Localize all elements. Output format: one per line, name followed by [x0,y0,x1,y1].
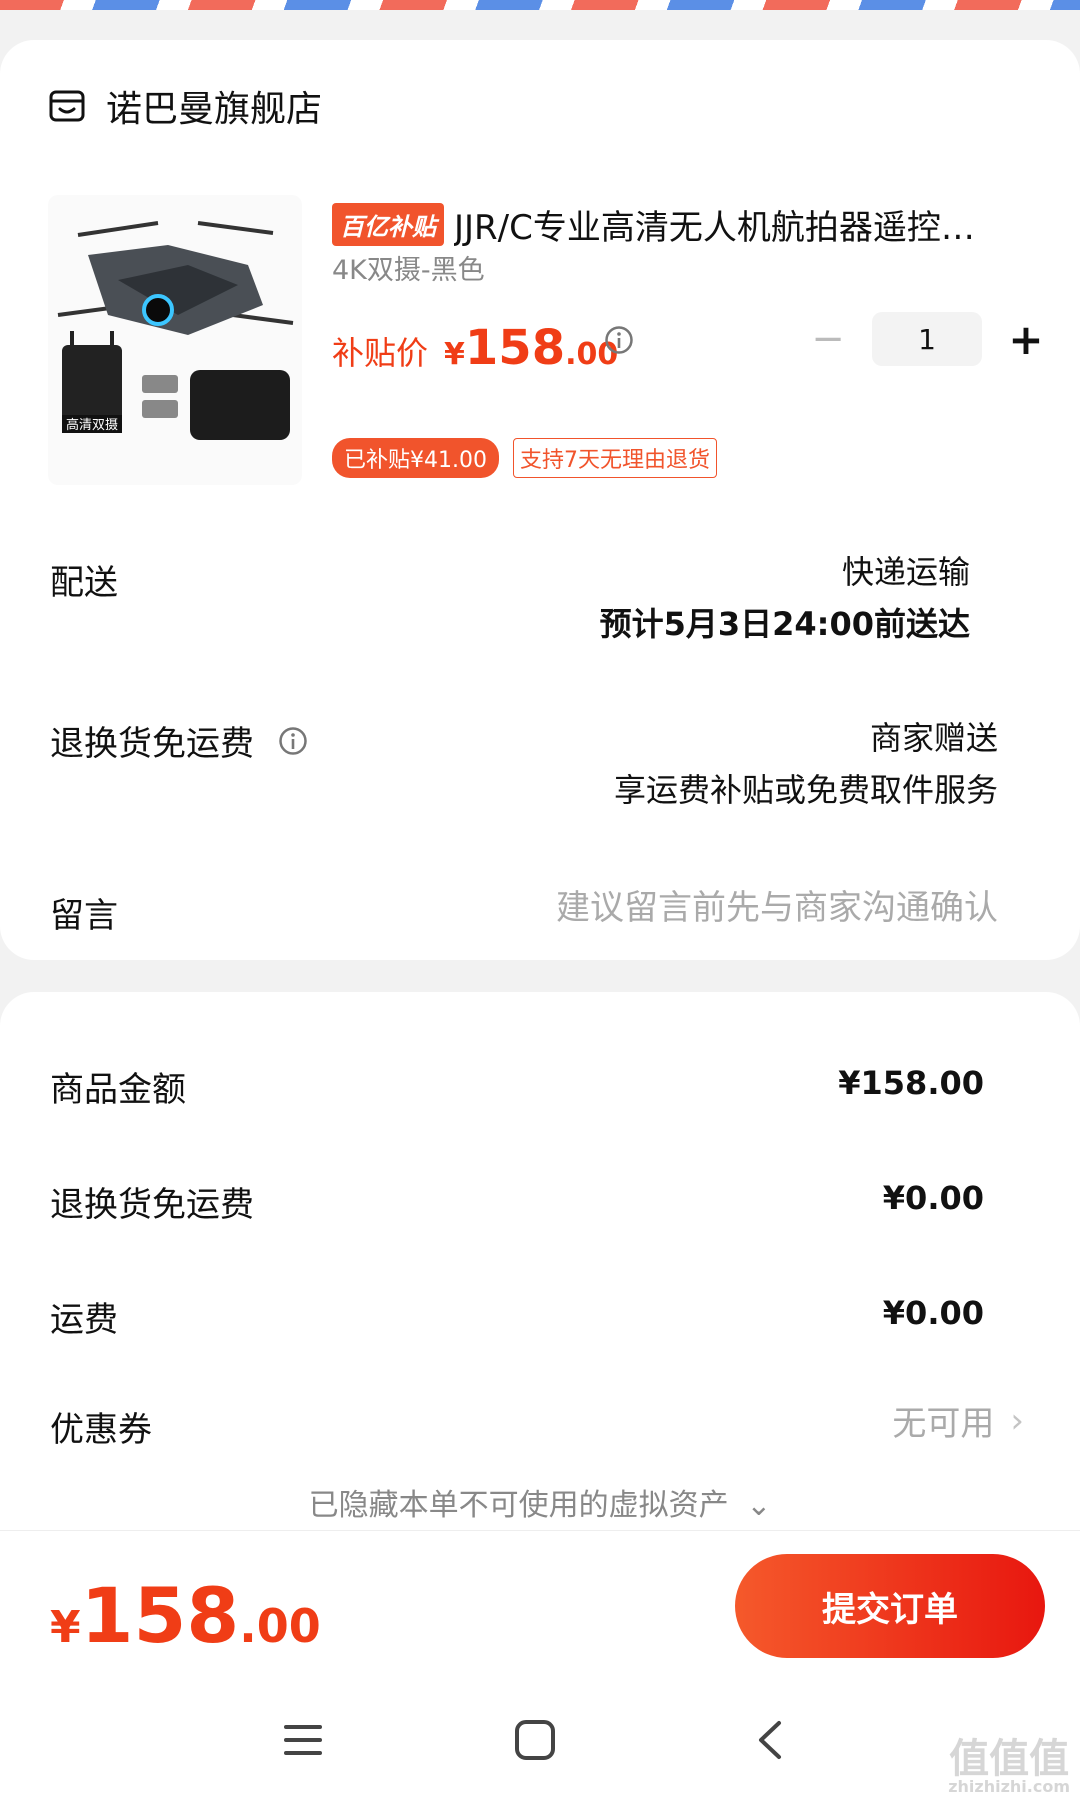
product-title-row[interactable]: 百亿补贴 JJR/C专业高清无人机航拍器遥控… [332,200,1032,249]
return-fee-label: 退换货免运费 [50,1185,254,1225]
product-title: JJR/C专业高清无人机航拍器遥控… [454,208,975,248]
delivery-label: 配送 [50,563,118,603]
product-tags: 已补贴¥41.00 支持7天无理由退货 [332,438,717,478]
delivery-eta: 预计5月3日24:00前送达 [599,605,970,643]
coupon-label: 优惠券 [50,1410,152,1450]
coupon-value: 无可用 [892,1404,995,1444]
return-shipping-label: 退换货免运费 [50,724,254,764]
price-currency: ¥ [444,337,465,372]
order-card: 诺巴曼旗舰店 高清双摄 百亿补贴 JJR/C专业高清无人机航拍器遥控… 4K双摄… [0,40,1080,960]
watermark: 值值值 zhizhizhi.com [948,1739,1070,1795]
product-variant[interactable]: 4K双摄-黑色 [332,248,485,287]
quantity-stepper: − 1 + [808,312,1046,366]
hidden-assets-toggle[interactable]: 已隐藏本单不可使用的虚拟资产 ⌄ [0,1480,1080,1524]
watermark-site: zhizhizhi.com [948,1777,1070,1796]
delivery-method: 快递运输 [841,553,970,591]
product-price: 补贴价 ¥ 158 .00 [332,320,618,376]
increase-button[interactable]: + [1006,315,1046,364]
return-shipping-row: 退换货免运费 [50,716,308,765]
return-fee-value: ¥0.00 [882,1179,984,1217]
menu-icon[interactable] [273,1710,333,1770]
message-input[interactable]: 建议留言前先与商家沟通确认 [556,882,998,934]
delivery-info[interactable]: 快递运输 预计5月3日24:00前送达 [600,546,970,650]
message-label: 留言 [50,896,118,936]
home-icon[interactable] [505,1710,565,1770]
hidden-assets-text: 已隐藏本单不可使用的虚拟资产 [308,1488,729,1523]
thumb-label: 高清双摄 [66,417,118,432]
total-price: ¥ 158 .00 [50,1571,321,1660]
info-icon[interactable] [278,726,308,756]
quantity-input[interactable]: 1 [872,312,982,366]
total-currency: ¥ [50,1602,81,1653]
return-policy-tag: 支持7天无理由退货 [512,438,717,478]
goods-amount-label: 商品金额 [50,1070,186,1110]
checkout-bar: ¥ 158 .00 提交订单 [0,1530,1080,1690]
coupon-selector[interactable]: 无可用 › [892,1396,1024,1445]
freight-label: 运费 [50,1300,118,1340]
return-shipping-value: 商家赠送 [869,719,998,757]
goods-amount-value: ¥158.00 [838,1064,984,1102]
chevron-down-icon: ⌄ [746,1488,772,1523]
shop-header[interactable]: 诺巴曼旗舰店 [48,80,322,132]
submit-order-button[interactable]: 提交订单 [735,1554,1045,1658]
price-integer: 158 [464,320,566,376]
shop-name: 诺巴曼旗舰店 [106,89,323,130]
price-label: 补贴价 [332,334,429,372]
chevron-right-icon: › [1010,1400,1024,1441]
subsidy-tag: 已补贴¥41.00 [332,438,499,478]
return-shipping-desc: 享运费补贴或免费取件服务 [613,771,998,809]
freight-value: ¥0.00 [882,1294,984,1332]
info-icon[interactable] [604,325,634,355]
return-shipping-info: 商家赠送 享运费补贴或免费取件服务 [614,712,998,816]
system-nav-bar: 值值值 zhizhizhi.com [0,1690,1080,1805]
subsidy-badge: 百亿补贴 [332,203,444,246]
store-icon [49,90,85,122]
total-integer: 158 [80,1571,240,1660]
product-image[interactable]: 高清双摄 [48,195,302,485]
total-decimal: .00 [239,1599,321,1653]
airmail-stripe [0,0,1080,10]
decrease-button[interactable]: − [808,316,848,362]
back-icon[interactable] [740,1710,800,1770]
watermark-text: 值值值 [949,1736,1070,1782]
